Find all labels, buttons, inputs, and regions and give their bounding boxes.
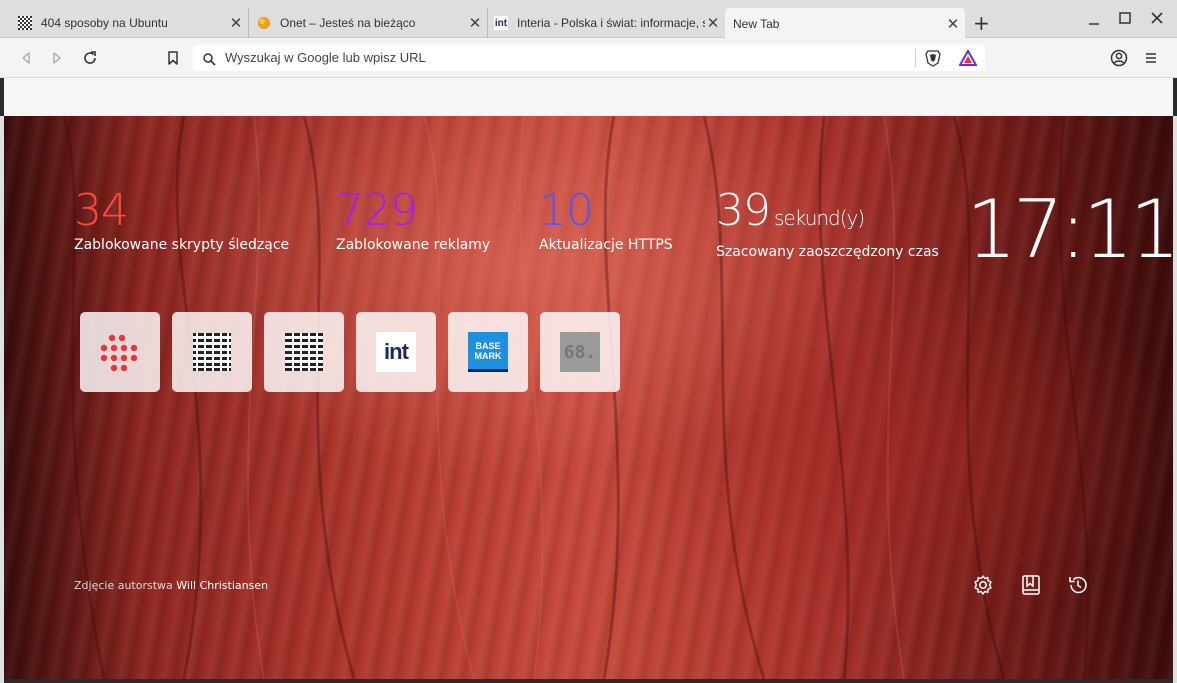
stat-https: 10 Aktualizacje HTTPS (539, 185, 673, 254)
window-edge-left (0, 116, 4, 683)
tab-close-icon[interactable]: ✕ (705, 14, 721, 32)
stat-ads-label: Zablokowane reklamy (336, 237, 491, 253)
top-site-tile-interia[interactable]: int (356, 312, 436, 392)
url-divider (915, 49, 916, 67)
stat-time-label: Szacowany zaoszczędzony czas (716, 244, 939, 260)
site-68-logo-text: 68. (563, 341, 597, 363)
forward-icon[interactable] (47, 48, 67, 68)
profile-icon[interactable] (1109, 48, 1129, 68)
tab-title: Onet – Jesteś na bieżąco (280, 16, 416, 30)
tab-title: New Tab (733, 16, 780, 31)
top-site-tile-68[interactable]: 68. (540, 312, 620, 392)
bookmarks-icon[interactable] (1020, 574, 1042, 596)
tab-onet[interactable]: Onet – Jesteś na bieżąco ✕ (239, 8, 488, 38)
stat-https-label: Aktualizacje HTTPS (539, 237, 673, 253)
tab-title: 404 sposoby na Ubuntu (41, 16, 168, 30)
site-68-logo-icon: 68. (560, 332, 600, 372)
stat-ads: 729 Zablokowane reklamy (336, 185, 491, 254)
clock: 17:11 (966, 183, 1177, 276)
onet-favicon-icon (257, 16, 271, 30)
basemark-logo-icon: BASE MARK (468, 332, 508, 372)
stat-trackers: 34 Zablokowane skrypty śledzące (74, 185, 290, 254)
minimize-button[interactable] (1088, 14, 1100, 30)
tab-close-icon[interactable]: ✕ (945, 15, 961, 33)
photo-credit-author[interactable]: Will Christiansen (176, 579, 268, 592)
top-site-tile-basemark[interactable]: BASE MARK (448, 312, 528, 392)
menu-icon[interactable] (1141, 48, 1161, 68)
stat-https-value: 10 (539, 185, 594, 236)
stat-time-value: 39 (716, 185, 771, 236)
history-icon[interactable] (1067, 574, 1089, 596)
tab-ubuntu[interactable]: 404 sposoby na Ubuntu ✕ (0, 8, 249, 38)
stat-trackers-label: Zablokowane skrypty śledzące (74, 237, 290, 253)
basemark-logo-text: BASE MARK (474, 340, 502, 361)
photo-credit: Zdjęcie autorstwa Will Christiansen (74, 579, 268, 592)
top-site-tile-pattern-2[interactable] (264, 312, 344, 392)
brave-shields-icon[interactable] (925, 49, 941, 71)
search-input-placeholder[interactable]: Wyszukaj w Google lub wpisz URL (225, 50, 426, 65)
close-window-button[interactable] (1151, 12, 1163, 28)
maximize-button[interactable] (1119, 12, 1131, 28)
bookmarks-bar-area (4, 78, 1173, 117)
tab-new-tab[interactable]: New Tab ✕ (725, 8, 965, 39)
search-icon (202, 51, 216, 70)
reload-icon[interactable] (80, 48, 100, 68)
stat-ads-value: 729 (336, 185, 418, 236)
top-site-tile-pattern-1[interactable] (172, 312, 252, 392)
new-tab-button[interactable]: + (973, 13, 990, 33)
top-site-tile-onet[interactable] (80, 312, 160, 392)
tab-title: Interia - Polska i świat: informacje, sp… (517, 16, 705, 30)
back-icon[interactable] (16, 48, 36, 68)
onet-dots-icon (100, 334, 138, 372)
photo-credit-prefix: Zdjęcie autorstwa (74, 579, 173, 592)
tab-interia[interactable]: int Interia - Polska i świat: informacje… (476, 8, 725, 38)
settings-icon[interactable] (972, 574, 994, 596)
brave-rewards-icon[interactable] (958, 48, 978, 70)
checker-pattern-icon (193, 333, 231, 371)
tab-bar: 404 sposoby na Ubuntu ✕ Onet – Jesteś na… (0, 0, 1177, 39)
stat-time: 39 sekund(y) Szacowany zaoszczędzony czas (716, 189, 939, 261)
interia-logo-text: int (384, 339, 409, 364)
bookmark-icon[interactable] (163, 48, 183, 68)
address-bar[interactable]: Wyszukaj w Google lub wpisz URL (193, 45, 985, 71)
checker-favicon-icon (18, 16, 32, 30)
checker-pattern-icon (285, 333, 323, 371)
interia-logo-icon: int (376, 332, 416, 372)
int-favicon-icon: int (494, 16, 508, 30)
stat-trackers-value: 34 (74, 185, 129, 236)
stat-time-unit: sekund(y) (774, 206, 865, 230)
window-edge-right (1173, 116, 1177, 683)
